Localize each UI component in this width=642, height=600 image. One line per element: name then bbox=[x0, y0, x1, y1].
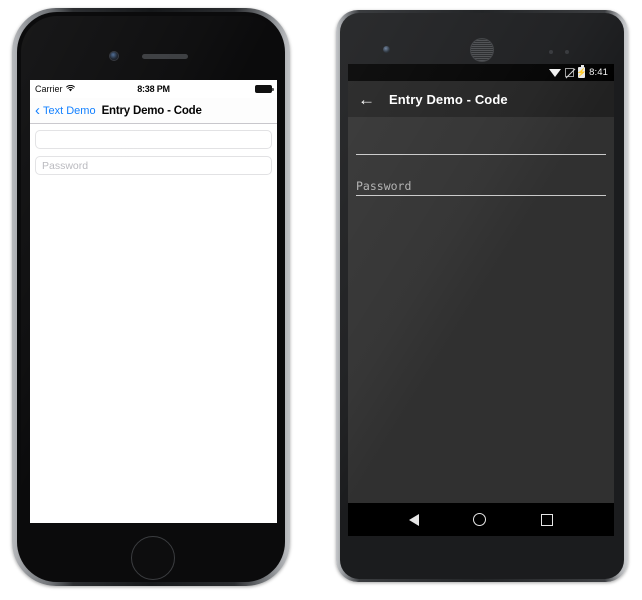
text-entry[interactable] bbox=[356, 129, 606, 155]
ios-device-mockup: Carrier 8:38 PM ‹ Text Demo Entry Demo -… bbox=[12, 8, 290, 586]
password-entry[interactable]: Password bbox=[35, 156, 272, 175]
android-status-time: 8:41 bbox=[589, 67, 608, 78]
battery-charging-icon: ⚡ bbox=[576, 65, 587, 78]
battery-full-icon bbox=[255, 85, 274, 93]
back-button[interactable]: ‹ Text Demo bbox=[35, 101, 96, 119]
back-button-label: Text Demo bbox=[43, 104, 96, 117]
earpiece-speaker-icon bbox=[142, 54, 188, 59]
android-device-mockup: ⚡ 8:41 ← Entry Demo - Code Password bbox=[336, 10, 628, 582]
nav-home-circle-icon[interactable] bbox=[473, 513, 487, 526]
android-app-bar: ← Entry Demo - Code bbox=[348, 81, 614, 117]
ios-form: Password bbox=[30, 124, 277, 175]
nav-recents-square-icon[interactable] bbox=[540, 513, 553, 526]
nav-back-triangle-icon[interactable] bbox=[409, 513, 420, 526]
battery-charging-glyph: ⚡ bbox=[576, 67, 587, 77]
proximity-sensor-icon bbox=[549, 50, 553, 54]
android-screen: ⚡ 8:41 ← Entry Demo - Code Password bbox=[348, 64, 614, 536]
chevron-left-icon: ‹ bbox=[35, 101, 40, 119]
android-navigation-bar bbox=[348, 503, 614, 536]
wifi-icon bbox=[549, 68, 562, 77]
password-entry-placeholder: Password bbox=[42, 159, 89, 172]
earpiece-grille-icon bbox=[470, 38, 494, 62]
text-entry[interactable] bbox=[35, 130, 272, 149]
ios-status-bar: Carrier 8:38 PM bbox=[30, 80, 277, 98]
password-entry-placeholder: Password bbox=[356, 179, 412, 193]
cellular-no-signal-icon bbox=[565, 68, 575, 77]
home-button-icon[interactable] bbox=[131, 536, 175, 580]
ios-navigation-bar: ‹ Text Demo Entry Demo - Code bbox=[30, 98, 277, 124]
page-title: Entry Demo - Code bbox=[101, 104, 202, 117]
front-camera-icon bbox=[110, 52, 118, 60]
ambient-light-sensor-icon bbox=[565, 50, 569, 54]
page-title: Entry Demo - Code bbox=[389, 91, 508, 107]
ios-status-time: 8:38 PM bbox=[137, 84, 170, 94]
password-entry[interactable]: Password bbox=[356, 170, 606, 196]
ios-status-right bbox=[255, 85, 274, 93]
arrow-left-icon[interactable]: ← bbox=[358, 91, 375, 108]
ios-screen: Carrier 8:38 PM ‹ Text Demo Entry Demo -… bbox=[30, 80, 277, 523]
android-form: Password bbox=[348, 117, 614, 503]
android-status-bar: ⚡ 8:41 bbox=[348, 64, 614, 81]
front-camera-icon bbox=[383, 46, 390, 53]
